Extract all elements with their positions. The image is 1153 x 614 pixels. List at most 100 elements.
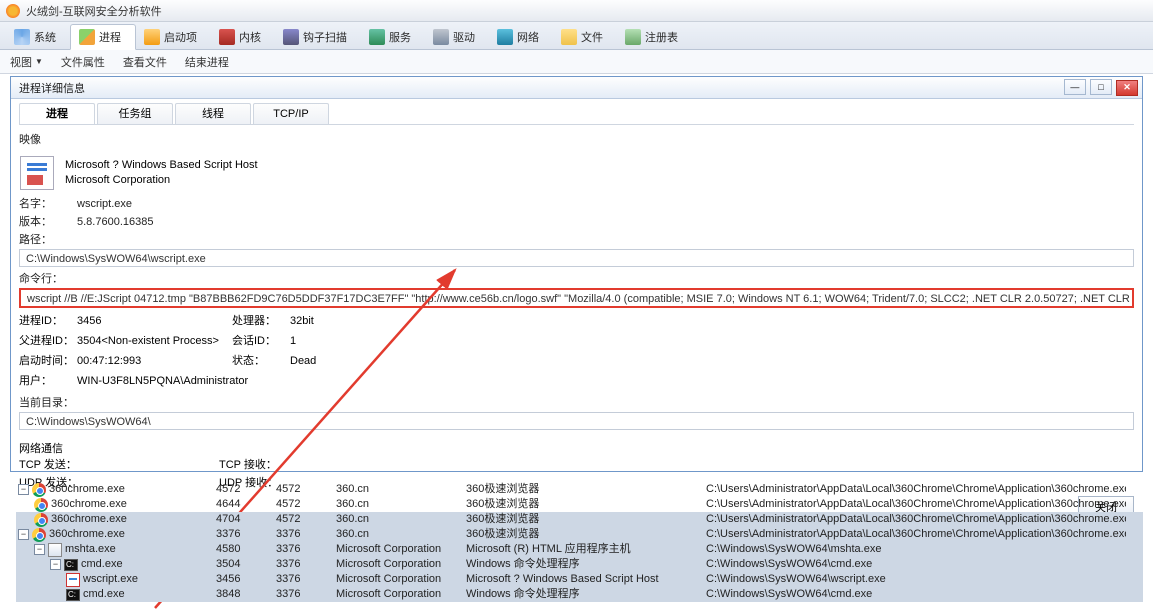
tab-icon [625, 29, 641, 45]
process-row[interactable]: −360chrome.exe45724572360.cn360极速浏览器C:\U… [16, 482, 1143, 497]
process-row[interactable]: 360chrome.exe47044572360.cn360极速浏览器C:\Us… [16, 512, 1143, 527]
main-tab-9[interactable]: 注册表 [617, 25, 692, 49]
label-version: 版本： [19, 213, 77, 231]
proc-pid: 3456 [216, 572, 276, 587]
proc-company: Microsoft Corporation [336, 572, 466, 587]
cmd-icon: C: [64, 559, 78, 571]
proc-ppid: 4572 [276, 482, 336, 497]
toolbar-view-file[interactable]: 查看文件 [123, 54, 167, 70]
value-tcp-recv [289, 456, 419, 474]
app-title: 火绒剑-互联网安全分析软件 [26, 3, 162, 19]
proc-name: cmd.exe [83, 587, 125, 602]
main-tab-0[interactable]: 系统 [6, 25, 70, 49]
proc-desc: 360极速浏览器 [466, 497, 706, 512]
proc-path: C:\Users\Administrator\AppData\Local\360… [706, 482, 1126, 497]
path-field[interactable]: C:\Windows\SysWOW64\wscript.exe [19, 249, 1134, 267]
tree-toggle[interactable]: − [50, 559, 61, 570]
close-button[interactable]: ✕ [1116, 80, 1138, 96]
tab-icon [14, 29, 30, 45]
main-tab-6[interactable]: 驱动 [425, 25, 489, 49]
proc-name: mshta.exe [65, 542, 116, 557]
chrome-icon [32, 528, 46, 542]
tree-toggle[interactable]: − [34, 544, 45, 555]
minimize-button[interactable]: — [1064, 79, 1086, 95]
script-file-icon [20, 156, 54, 190]
proc-pid: 4572 [216, 482, 276, 497]
label-user: 用户： [19, 372, 77, 390]
mshta-icon [48, 543, 62, 557]
script-icon [66, 573, 80, 587]
proc-desc: Microsoft (R) HTML 应用程序主机 [466, 542, 706, 557]
tab-icon [219, 29, 235, 45]
proc-name: wscript.exe [83, 572, 138, 587]
value-cpu: 32bit [290, 312, 390, 330]
value-state: Dead [290, 352, 390, 370]
label-starttime: 启动时间： [19, 352, 77, 370]
image-company: Microsoft Corporation [65, 173, 258, 188]
toolbar-file-props[interactable]: 文件属性 [61, 54, 105, 70]
curdir-field[interactable]: C:\Windows\SysWOW64\ [19, 412, 1134, 430]
process-row[interactable]: −C:cmd.exe35043376Microsoft CorporationW… [16, 557, 1143, 572]
main-tab-5[interactable]: 服务 [361, 25, 425, 49]
label-name: 名字： [19, 195, 77, 213]
main-tab-8[interactable]: 文件 [553, 25, 617, 49]
proc-ppid: 3376 [276, 542, 336, 557]
label-tcp-recv: TCP 接收： [219, 456, 289, 474]
process-row[interactable]: C:cmd.exe38483376Microsoft CorporationWi… [16, 587, 1143, 602]
process-list[interactable]: −360chrome.exe45724572360.cn360极速浏览器C:\U… [16, 482, 1143, 608]
toolbar-view[interactable]: 视图▼ [10, 54, 43, 70]
cmdline-field[interactable]: wscript //B //E:JScript 04712.tmp "B87BB… [19, 288, 1134, 308]
tab-icon [144, 29, 160, 45]
dialog-tab-0[interactable]: 进程 [19, 103, 95, 124]
proc-company: Microsoft Corporation [336, 557, 466, 572]
dialog-tab-2[interactable]: 线程 [175, 103, 251, 124]
maximize-button[interactable]: □ [1090, 79, 1112, 95]
main-tab-3[interactable]: 内核 [211, 25, 275, 49]
label-image: 映像 [19, 131, 77, 149]
app-icon [6, 4, 20, 18]
value-session: 1 [290, 332, 390, 350]
main-tab-2[interactable]: 启动项 [136, 25, 211, 49]
main-tab-1[interactable]: 进程 [70, 24, 136, 50]
label-cmdline: 命令行： [19, 270, 77, 288]
proc-name: 360chrome.exe [49, 482, 125, 497]
proc-path: C:\Windows\SysWOW64\wscript.exe [706, 572, 1126, 587]
proc-company: 360.cn [336, 512, 466, 527]
process-row[interactable]: 360chrome.exe46444572360.cn360极速浏览器C:\Us… [16, 497, 1143, 512]
tree-toggle[interactable]: − [18, 484, 29, 495]
process-row[interactable]: wscript.exe 34563376Microsoft Corporation… [16, 572, 1143, 587]
proc-pid: 4580 [216, 542, 276, 557]
dialog-title: 进程详细信息 [15, 80, 85, 96]
dialog-tab-3[interactable]: TCP/IP [253, 103, 329, 124]
proc-path: C:\Windows\SysWOW64\cmd.exe [706, 587, 1126, 602]
proc-path: C:\Users\Administrator\AppData\Local\360… [706, 497, 1126, 512]
tree-toggle[interactable]: − [18, 529, 29, 540]
proc-pid: 3376 [216, 527, 276, 542]
value-name: wscript.exe [77, 195, 132, 213]
proc-pid: 4644 [216, 497, 276, 512]
toolbar-end-process[interactable]: 结束进程 [185, 54, 229, 70]
proc-company: Microsoft Corporation [336, 587, 466, 602]
proc-desc: 360极速浏览器 [466, 482, 706, 497]
proc-pid: 3848 [216, 587, 276, 602]
dialog-tab-1[interactable]: 任务组 [97, 103, 173, 124]
proc-desc: 360极速浏览器 [466, 527, 706, 542]
proc-desc: Windows 命令处理程序 [466, 557, 706, 572]
value-user: WIN-U3F8LN5PQNA\Administrator [77, 372, 390, 390]
toolbar: 视图▼ 文件属性 查看文件 结束进程 [0, 50, 1153, 74]
main-tab-4[interactable]: 钩子扫描 [275, 25, 361, 49]
cmd-icon: C: [66, 589, 80, 601]
process-row[interactable]: −360chrome.exe33763376360.cn360极速浏览器C:\U… [16, 527, 1143, 542]
dialog-titlebar: 进程详细信息 — □ ✕ [11, 77, 1142, 99]
proc-ppid: 3376 [276, 572, 336, 587]
image-description: Microsoft ? Windows Based Script Host [65, 158, 258, 173]
label-tcp-send: TCP 发送： [19, 456, 89, 474]
label-path: 路径： [19, 231, 77, 249]
label-curdir: 当前目录： [19, 394, 81, 412]
proc-name: 360chrome.exe [51, 497, 127, 512]
process-row[interactable]: −mshta.exe45803376Microsoft CorporationM… [16, 542, 1143, 557]
tab-icon [433, 29, 449, 45]
main-tab-7[interactable]: 网络 [489, 25, 553, 49]
label-ppid: 父进程ID： [19, 332, 77, 350]
label-cpu: 处理器： [232, 312, 290, 330]
